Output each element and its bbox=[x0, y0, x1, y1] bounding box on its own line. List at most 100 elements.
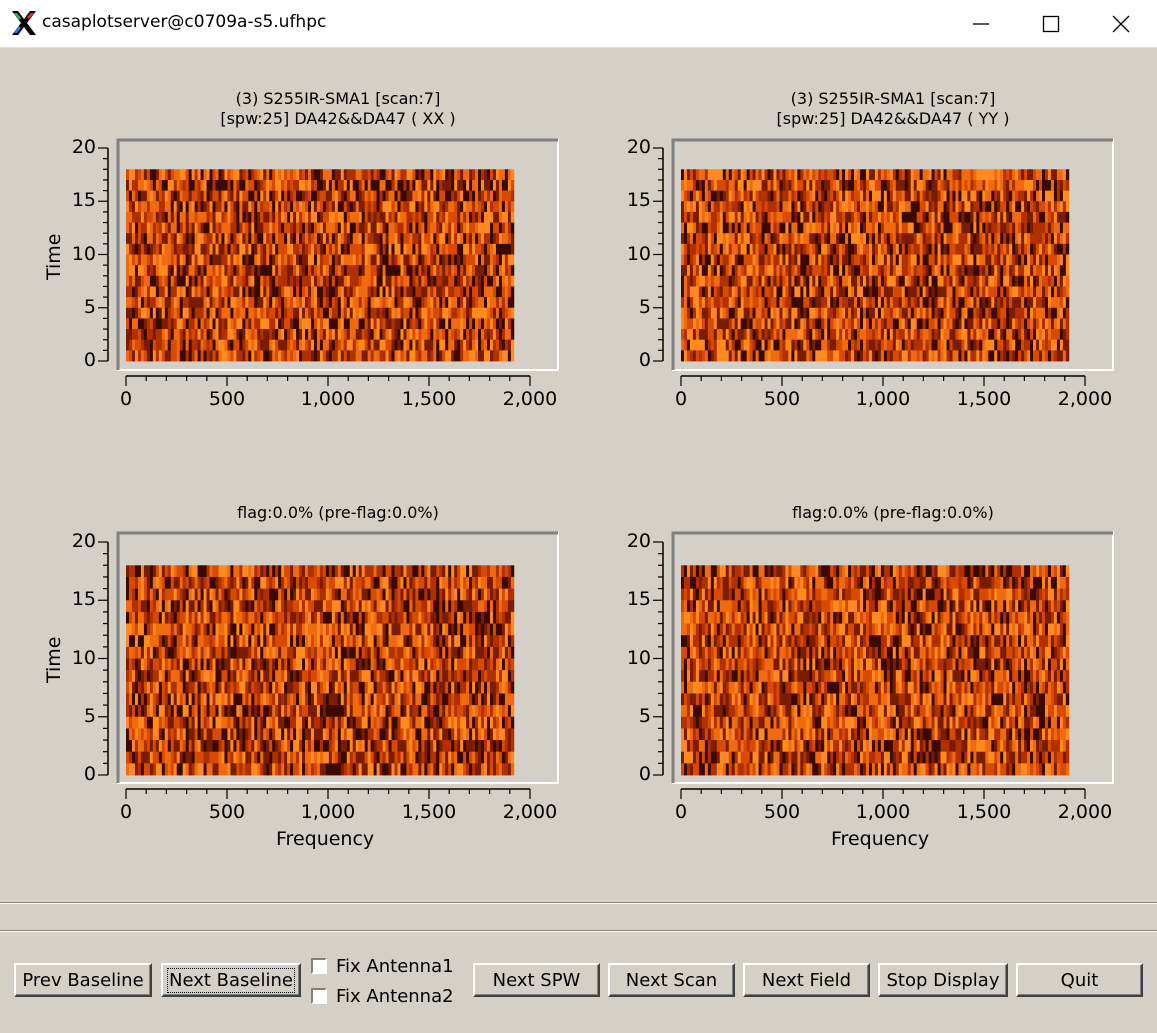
heatmap-cell bbox=[845, 211, 849, 223]
heatmap-cell bbox=[221, 350, 225, 362]
heatmap-cell bbox=[197, 190, 201, 202]
heatmap-cell bbox=[758, 297, 762, 309]
heatmap-cell bbox=[305, 222, 309, 234]
heatmap-cell bbox=[242, 318, 246, 330]
heatmap-cell bbox=[346, 307, 351, 319]
heatmap-cell bbox=[137, 169, 142, 181]
heatmap-cell bbox=[504, 286, 509, 298]
heatmap-cell bbox=[928, 329, 932, 341]
heatmap-cell bbox=[403, 169, 407, 181]
heatmap-cell bbox=[773, 211, 777, 223]
heatmap-cell bbox=[128, 254, 133, 266]
heatmap-cell bbox=[355, 265, 360, 277]
heatmap-cell bbox=[839, 179, 843, 191]
heatmap-cell bbox=[343, 297, 348, 309]
heatmap-cell bbox=[731, 350, 736, 362]
heatmap-cell bbox=[916, 275, 921, 287]
heatmap-cell bbox=[182, 329, 187, 341]
heatmap-cell bbox=[746, 201, 751, 213]
heatmap-cell bbox=[200, 222, 204, 234]
heatmap-cell bbox=[296, 169, 300, 181]
heatmap-cell bbox=[988, 286, 992, 298]
heatmap-cell bbox=[1024, 275, 1028, 287]
heatmap-cell bbox=[824, 286, 828, 298]
heatmap-cell bbox=[194, 318, 198, 330]
heatmap-cell bbox=[197, 243, 201, 255]
heatmap-cell bbox=[331, 286, 336, 298]
heatmap-cell bbox=[812, 211, 816, 223]
heatmap-cell bbox=[809, 179, 813, 191]
heatmap-cell bbox=[137, 233, 142, 245]
heatmap-cell bbox=[206, 275, 210, 287]
heatmap-cell bbox=[836, 307, 840, 319]
heatmap-cell bbox=[421, 211, 425, 223]
heatmap-cell bbox=[955, 350, 959, 362]
heatmap-cell bbox=[137, 646, 142, 659]
heatmap-cell bbox=[275, 190, 279, 202]
heatmap-cell bbox=[504, 339, 509, 351]
heatmap-cell bbox=[958, 190, 962, 202]
heatmap-cell bbox=[498, 190, 503, 202]
heatmap-cell bbox=[1006, 233, 1010, 245]
heatmap-cell bbox=[898, 339, 903, 351]
heatmap-cell bbox=[704, 275, 709, 287]
heatmap-cell bbox=[883, 265, 888, 277]
heatmap-cell bbox=[988, 169, 992, 181]
heatmap-cell bbox=[758, 275, 762, 287]
heatmap-cell bbox=[179, 265, 184, 277]
heatmap-cell bbox=[794, 339, 798, 351]
heatmap-cell bbox=[1027, 222, 1031, 234]
heatmap-cell bbox=[865, 329, 870, 341]
heatmap-cell bbox=[278, 286, 282, 298]
heatmap-cell bbox=[478, 286, 482, 298]
heatmap-cell bbox=[501, 211, 506, 223]
heatmap-cell bbox=[131, 670, 136, 683]
heatmap-cell bbox=[955, 201, 959, 213]
heatmap-cell bbox=[904, 179, 909, 191]
heatmap-cell bbox=[809, 307, 813, 319]
heatmap-cell bbox=[176, 211, 181, 223]
heatmap-cell bbox=[337, 254, 342, 266]
heatmap-cell bbox=[815, 286, 819, 298]
heatmap-cell bbox=[155, 670, 160, 683]
heatmap-cell bbox=[1059, 201, 1064, 213]
heatmap-cell bbox=[427, 265, 431, 277]
heatmap-cell bbox=[716, 190, 721, 202]
heatmap-cell bbox=[1012, 329, 1016, 341]
heatmap-cell bbox=[281, 201, 285, 213]
heatmap-cell bbox=[877, 265, 882, 277]
heatmap-cell bbox=[382, 211, 386, 223]
heatmap-cell bbox=[379, 169, 383, 181]
heatmap-cell bbox=[143, 233, 148, 245]
heatmap-cell bbox=[836, 190, 840, 202]
heatmap-cell bbox=[376, 339, 380, 351]
heatmap-cell bbox=[400, 179, 404, 191]
heatmap-cell bbox=[269, 286, 273, 298]
heatmap-cell bbox=[892, 243, 897, 255]
heatmap-cell bbox=[176, 339, 181, 351]
heatmap-cell bbox=[305, 297, 309, 309]
heatmap-cell bbox=[358, 329, 363, 341]
heatmap-cell bbox=[281, 254, 285, 266]
heatmap-cell bbox=[310, 211, 315, 223]
heatmap-cell bbox=[293, 179, 297, 191]
heatmap-cell bbox=[296, 254, 300, 266]
heatmap-cell bbox=[126, 705, 130, 718]
heatmap-cell bbox=[299, 307, 303, 319]
heatmap-cell bbox=[457, 297, 461, 309]
heatmap-cell bbox=[134, 716, 139, 729]
heatmap-cell bbox=[809, 318, 813, 330]
heatmap-cell bbox=[212, 243, 216, 255]
heatmap-cell bbox=[322, 265, 327, 277]
heatmap-cell bbox=[940, 222, 944, 234]
heatmap-cell bbox=[937, 243, 941, 255]
heatmap-cell bbox=[752, 222, 756, 234]
heatmap-cell bbox=[272, 275, 276, 287]
heatmap-cell bbox=[830, 275, 834, 287]
heatmap-cell bbox=[824, 350, 828, 362]
heatmap-cell bbox=[313, 190, 318, 202]
heatmap-cell bbox=[943, 350, 947, 362]
heatmap-cell bbox=[758, 169, 762, 181]
heatmap-cell bbox=[346, 265, 351, 277]
heatmap-cell bbox=[463, 190, 467, 202]
